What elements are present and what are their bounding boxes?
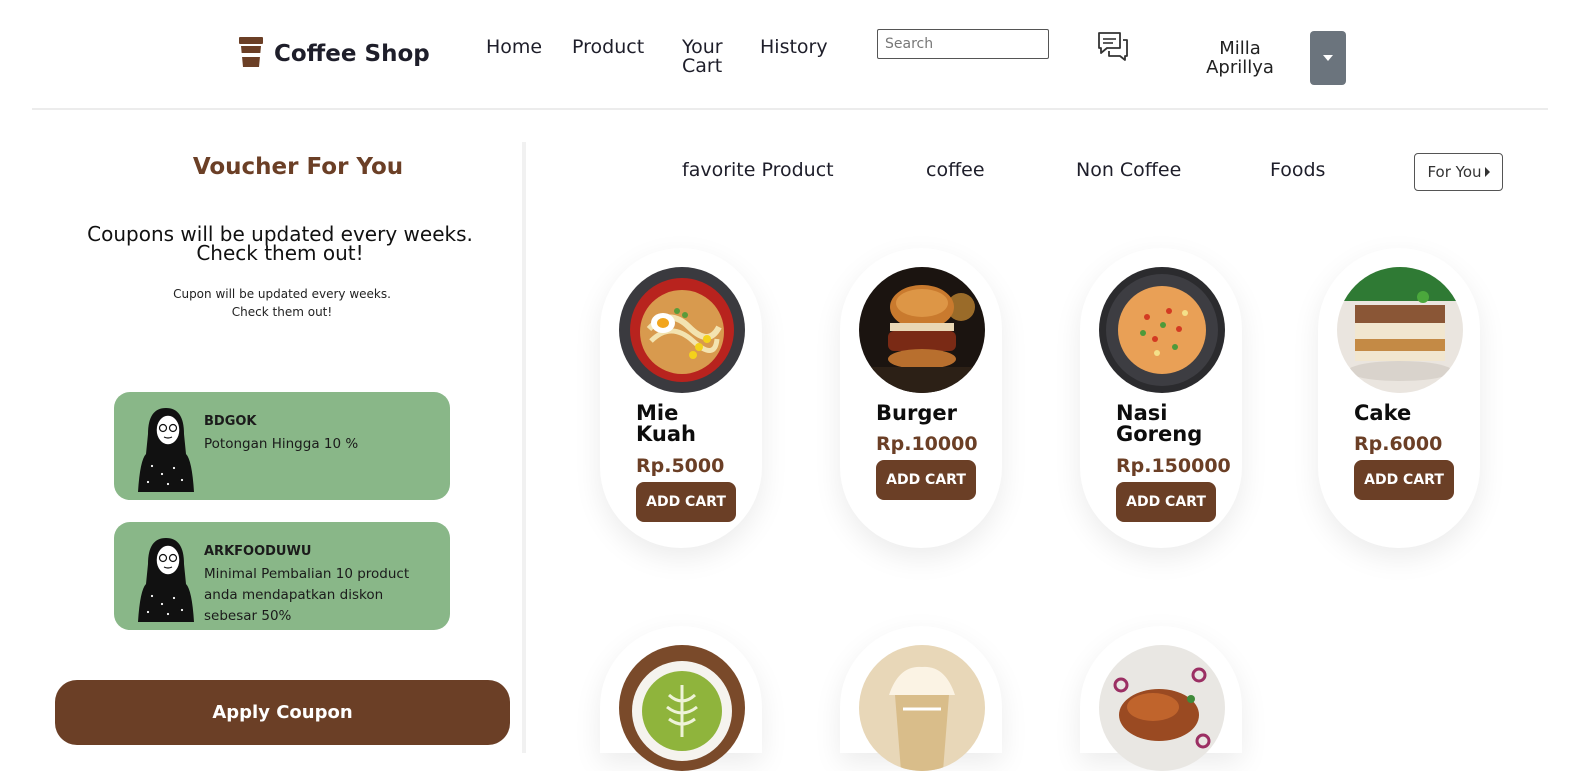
tab-foods[interactable]: Foods	[1270, 159, 1325, 181]
brand[interactable]: Coffee Shop	[236, 34, 430, 73]
user-name[interactable]: Milla Aprillya	[1196, 39, 1284, 77]
tab-non-coffee[interactable]: Non Coffee	[1076, 159, 1181, 181]
product-image-mie-kuah	[619, 267, 745, 393]
nav-product[interactable]: Product	[572, 38, 644, 57]
tab-favorite-product[interactable]: favorite Product	[682, 159, 834, 181]
apply-coupon-button[interactable]: Apply Coupon	[55, 680, 510, 745]
product-name: Cake	[1354, 403, 1464, 424]
product-image-frappe	[859, 645, 985, 771]
header-divider	[32, 108, 1548, 110]
product-name-line2: Goreng	[1116, 422, 1203, 446]
coupon-info-heading-line2: Check them out!	[196, 241, 364, 265]
product-price: Rp.6000	[1354, 433, 1443, 455]
product-image-cake	[1337, 267, 1463, 393]
user-first-name: Milla	[1219, 38, 1261, 59]
product-card[interactable]: Burger Rp.10000 ADD CART	[840, 248, 1002, 548]
top-navbar: Coffee Shop Home Product Your Cart Histo…	[0, 0, 1580, 110]
caret-down-icon	[1323, 55, 1333, 61]
voucher-title: Voucher For You	[192, 154, 404, 180]
product-price: Rp.150000	[1116, 455, 1231, 477]
voucher-card[interactable]: ARKFOODUWU Minimal Pembalian 10 product …	[114, 522, 450, 630]
product-card[interactable]: Cake Rp.6000 ADD CART	[1318, 248, 1480, 548]
product-card[interactable]	[840, 626, 1002, 771]
chat-icon[interactable]	[1096, 30, 1130, 67]
product-image-grilled-chicken	[1099, 645, 1225, 771]
product-name-line1: Nasi	[1116, 401, 1168, 425]
nav-history[interactable]: History	[760, 38, 828, 57]
product-card[interactable]	[1080, 626, 1242, 771]
add-cart-button[interactable]: ADD CART	[876, 460, 976, 500]
product-image-matcha-latte	[619, 645, 745, 771]
add-cart-button[interactable]: ADD CART	[1354, 460, 1454, 500]
voucher-card[interactable]: BDGOK Potongan Hingga 10 %	[114, 392, 450, 500]
voucher-description: Minimal Pembalian 10 product anda mendap…	[204, 566, 410, 624]
product-name-line1: Burger	[876, 401, 957, 425]
nav-your-cart-line2: Cart	[682, 55, 723, 77]
product-image-burger	[859, 267, 985, 393]
avatar	[134, 404, 198, 497]
voucher-code: ARKFOODUWU	[204, 544, 312, 559]
voucher-code: BDGOK	[204, 414, 257, 429]
add-cart-button[interactable]: ADD CART	[1116, 482, 1216, 522]
product-name-line2: Kuah	[636, 422, 696, 446]
product-name-line1: Cake	[1354, 401, 1412, 425]
product-name: Burger	[876, 403, 986, 424]
product-name: Nasi Goreng	[1116, 403, 1226, 445]
coupon-info-subtext: Cupon will be updated every weeks. Check…	[100, 285, 464, 321]
brand-name: Coffee Shop	[274, 40, 430, 67]
product-name-line1: Mie	[636, 401, 679, 425]
tab-for-you-label: For You	[1427, 163, 1482, 181]
nav-home[interactable]: Home	[486, 38, 542, 57]
voucher-description: Potongan Hingga 10 %	[204, 436, 359, 452]
coffee-cup-icon	[236, 34, 266, 73]
search-input[interactable]	[877, 29, 1049, 59]
user-last-name: Aprillya	[1206, 57, 1274, 78]
product-card[interactable]: Mie Kuah Rp.5000 ADD CART	[600, 248, 762, 548]
avatar	[134, 534, 198, 627]
product-price: Rp.10000	[876, 433, 978, 455]
add-cart-button[interactable]: ADD CART	[636, 482, 736, 522]
product-image-nasi-goreng	[1099, 267, 1225, 393]
product-card[interactable]	[600, 626, 762, 771]
panel-divider	[522, 142, 526, 753]
product-card[interactable]: Nasi Goreng Rp.150000 ADD CART	[1080, 248, 1242, 548]
user-dropdown-button[interactable]	[1310, 31, 1346, 85]
product-name: Mie Kuah	[636, 403, 746, 445]
nav-your-cart[interactable]: Your Cart	[682, 38, 723, 76]
tab-for-you[interactable]: For You	[1414, 153, 1503, 191]
product-price: Rp.5000	[636, 455, 725, 477]
coupon-info-subtext-line1: Cupon will be updated every weeks.	[173, 287, 391, 301]
caret-right-icon	[1484, 167, 1490, 177]
coupon-info-heading: Coupons will be updated every weeks. Che…	[60, 224, 500, 265]
tab-coffee[interactable]: coffee	[926, 159, 985, 181]
coupon-info-subtext-line2: Check them out!	[231, 305, 333, 319]
